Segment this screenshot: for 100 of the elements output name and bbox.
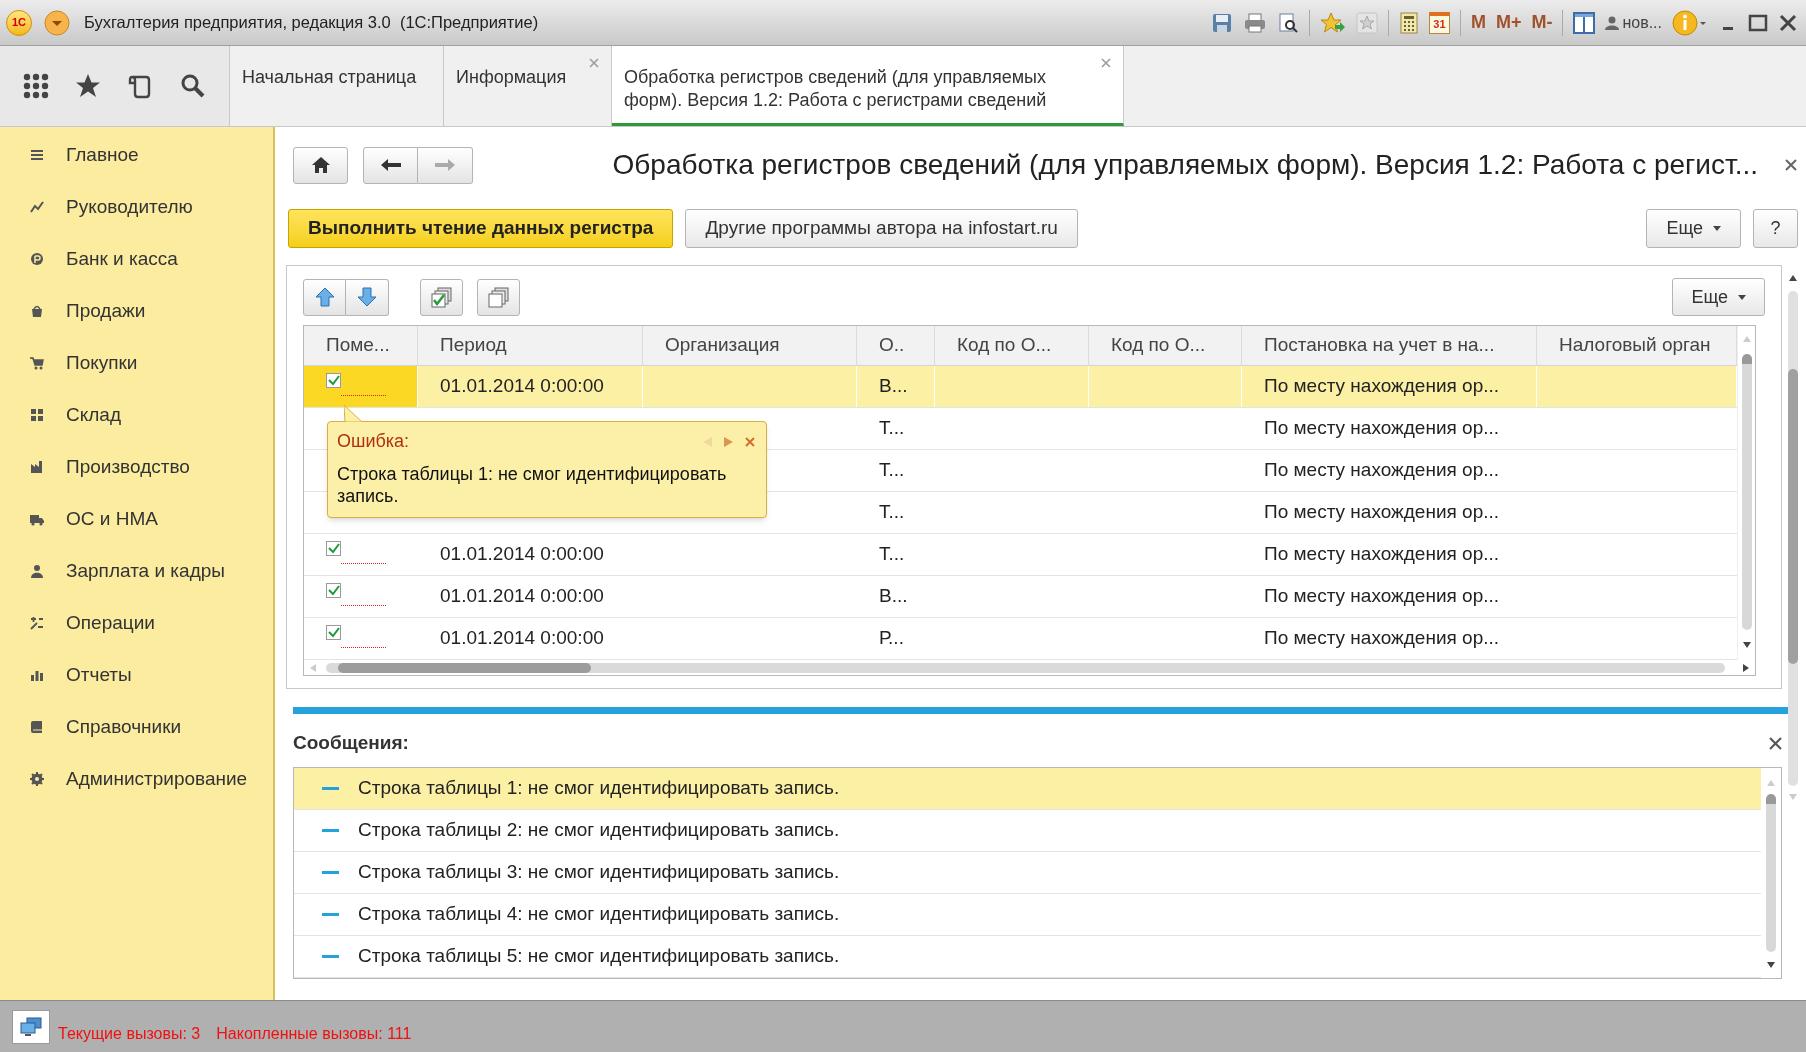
close-icon[interactable] (1784, 158, 1798, 172)
sidebar-item[interactable]: ОС и НМА (0, 493, 273, 545)
scroll-down-icon (1789, 794, 1797, 800)
checkbox[interactable] (326, 373, 341, 388)
column-header[interactable]: Организация (643, 326, 857, 365)
column-header[interactable]: Постановка на учет в на... (1242, 326, 1537, 365)
check-all-button[interactable] (420, 278, 463, 316)
column-header[interactable]: Код по О... (935, 326, 1089, 365)
person-icon (30, 564, 44, 578)
close-icon[interactable] (1769, 736, 1782, 750)
calculator-icon[interactable] (1398, 11, 1419, 34)
sidebar-item[interactable]: Склад (0, 389, 273, 441)
more-button[interactable]: Еще (1672, 278, 1765, 316)
apps-grid-icon[interactable] (23, 73, 50, 99)
caret-icon (1738, 294, 1746, 300)
table-cell-text: В... (878, 584, 909, 609)
table-cell-text: Т... (878, 458, 906, 483)
maximize-icon[interactable] (1748, 12, 1768, 33)
table-cell-text: По месту нахождения ор... (1263, 584, 1501, 609)
sidebar-item[interactable]: Банк и касса (0, 233, 273, 285)
table-cell: 01.01.2014 0:00:00 (418, 366, 643, 407)
sidebar-item[interactable]: Руководителю (0, 181, 273, 233)
checkbox[interactable] (326, 583, 341, 598)
dash-icon (322, 829, 339, 832)
star-arrow-icon[interactable] (1319, 11, 1346, 34)
table-cell-text: Р... (878, 626, 905, 651)
other-programs-button[interactable]: Другие программы автора на infostart.ru (685, 209, 1078, 248)
scroll-right-icon (1743, 663, 1749, 672)
menu-dropdown-icon[interactable] (44, 9, 70, 36)
close-icon[interactable] (1778, 12, 1798, 33)
connection-button[interactable] (12, 1009, 50, 1044)
sidebar-item[interactable]: Операции (0, 597, 273, 649)
table-row[interactable]: 01.01.2014 0:00:00 В... По месту нахождения ор... (304, 366, 1737, 408)
stacked-check-icon (430, 286, 453, 308)
sidebar-item[interactable]: Отчеты (0, 649, 273, 701)
error-underline (341, 395, 386, 396)
checkbox[interactable] (326, 625, 341, 640)
window-title: Бухгалтерия предприятия, редакция 3.0 (1С:Предприятие) (84, 12, 539, 34)
memory-button[interactable]: M- (1531, 9, 1553, 36)
sidebar-item[interactable]: Администрирование (0, 753, 273, 805)
back-button[interactable] (363, 146, 418, 184)
column-header[interactable]: Код по О... (1089, 326, 1242, 365)
table-cell-text: Т... (878, 416, 906, 441)
computers-icon (19, 1016, 43, 1037)
info-icon[interactable] (1672, 9, 1708, 36)
scroll-left-icon (310, 663, 316, 672)
table-cell: По месту нахождения ор... (1242, 366, 1537, 407)
popup-title: Ошибка: (337, 430, 410, 453)
message-item[interactable]: Строка таблицы 1: не смог идентифицировать запись. (294, 768, 1761, 810)
uncheck-all-button[interactable] (477, 278, 520, 316)
table-cell-text: По месту нахождения ор... (1263, 500, 1501, 525)
column-header[interactable]: Поме... (304, 326, 418, 365)
table-cell-text: 01.01.2014 0:00:00 (439, 542, 605, 567)
sidebar-item[interactable]: Зарплата и кадры (0, 545, 273, 597)
home-button[interactable] (293, 146, 348, 184)
column-header[interactable]: О.. (857, 326, 935, 365)
tab[interactable]: Обработка регистров сведений (для управляемых форм). Версия 1.2: Работа с регистрами сведений (612, 46, 1124, 126)
table-cell-text: 01.01.2014 0:00:00 (439, 626, 605, 651)
coin-icon (30, 252, 44, 266)
checkbox[interactable] (326, 541, 341, 556)
form-title: Обработка регистров сведений (для управляемых форм). Версия 1.2: Работа с регист... (612, 148, 1758, 182)
next-icon[interactable] (724, 436, 733, 447)
vertical-scrollbar[interactable] (1737, 326, 1755, 660)
sidebar-item[interactable]: Покупки (0, 337, 273, 389)
user-name[interactable]: нов... (1622, 10, 1662, 35)
print-icon[interactable] (1242, 11, 1267, 34)
star-icon[interactable] (75, 73, 102, 99)
move-down-button[interactable] (346, 278, 389, 316)
check-icon (327, 375, 340, 386)
grid-icon (30, 408, 44, 422)
help-button[interactable]: ? (1753, 209, 1798, 248)
trend-icon (30, 200, 44, 214)
sidebar-item[interactable]: Продажи (0, 285, 273, 337)
memory-button[interactable]: M+ (1495, 9, 1522, 36)
page-scrollbar[interactable] (1786, 275, 1800, 800)
forward-arrow-icon (434, 158, 456, 172)
panel-layout-icon[interactable] (1573, 11, 1596, 34)
save-icon[interactable] (1210, 11, 1233, 34)
home-icon (310, 156, 331, 174)
app-logo[interactable]: 1С (6, 9, 32, 36)
print-preview-icon[interactable] (1276, 11, 1299, 34)
factory-icon (30, 460, 44, 474)
status-text: Накопленные вызовы: 111 (216, 1023, 412, 1044)
search-icon[interactable] (179, 73, 206, 99)
scroll-up-icon (1742, 336, 1751, 342)
error-underline (341, 563, 386, 564)
menu-icon (30, 148, 44, 162)
sidebar-item[interactable]: Главное (0, 129, 273, 181)
table-cell: В... (857, 366, 935, 407)
calendar-icon[interactable]: 31 (1428, 11, 1450, 34)
back-arrow-icon (379, 158, 402, 172)
move-up-button[interactable] (303, 278, 346, 316)
memory-button[interactable]: M (1470, 9, 1486, 36)
read-data-button[interactable]: Выполнить чтение данных регистра (288, 209, 674, 248)
error-underline (341, 605, 386, 606)
sidebar-item[interactable]: Производство (0, 441, 273, 493)
sidebar-item[interactable]: Справочники (0, 701, 273, 753)
error-underline (341, 647, 386, 648)
column-header[interactable]: Период (418, 326, 643, 365)
more-button[interactable]: Еще (1646, 209, 1741, 248)
